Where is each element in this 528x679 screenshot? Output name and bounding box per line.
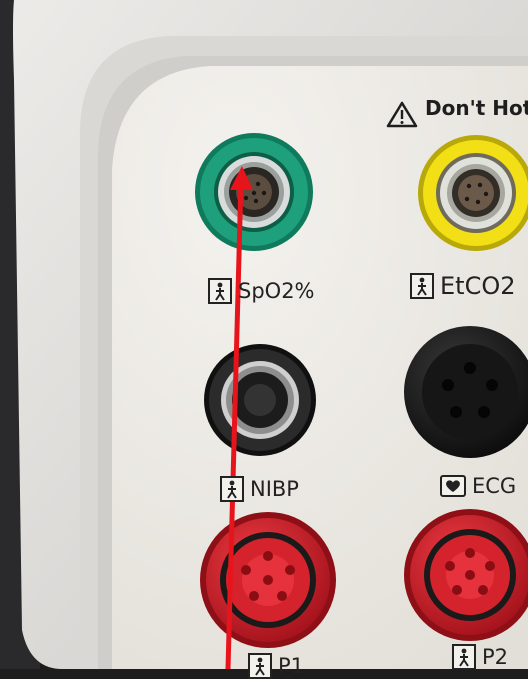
p2-label-text: P2 [482, 645, 509, 669]
spo2-label: SpO2% [208, 278, 315, 304]
patient-icon [208, 278, 232, 304]
spo2-label-text: SpO2% [238, 279, 315, 303]
p2-label: P2 [452, 644, 508, 670]
p1-label: P1 [248, 653, 304, 679]
ecg-label-text: ECG [472, 474, 517, 498]
p1-label-text: P1 [278, 654, 305, 678]
ecg-label: ECG [440, 474, 516, 498]
nibp-label: NIBP [220, 476, 299, 502]
patient-icon [410, 273, 434, 299]
heart-icon [440, 475, 466, 497]
patient-icon [248, 653, 272, 679]
patient-icon [220, 476, 244, 502]
p1-connector [200, 512, 336, 648]
warning-label: Don't Hot [387, 96, 528, 120]
etco2-label: EtCO2 [410, 272, 516, 300]
nibp-label-text: NIBP [250, 477, 299, 501]
patient-icon [452, 644, 476, 670]
etco2-label-text: EtCO2 [440, 272, 516, 300]
spo2-connector [195, 133, 313, 251]
warning-text: Don't Hot [425, 96, 528, 120]
nibp-connector [204, 344, 316, 456]
